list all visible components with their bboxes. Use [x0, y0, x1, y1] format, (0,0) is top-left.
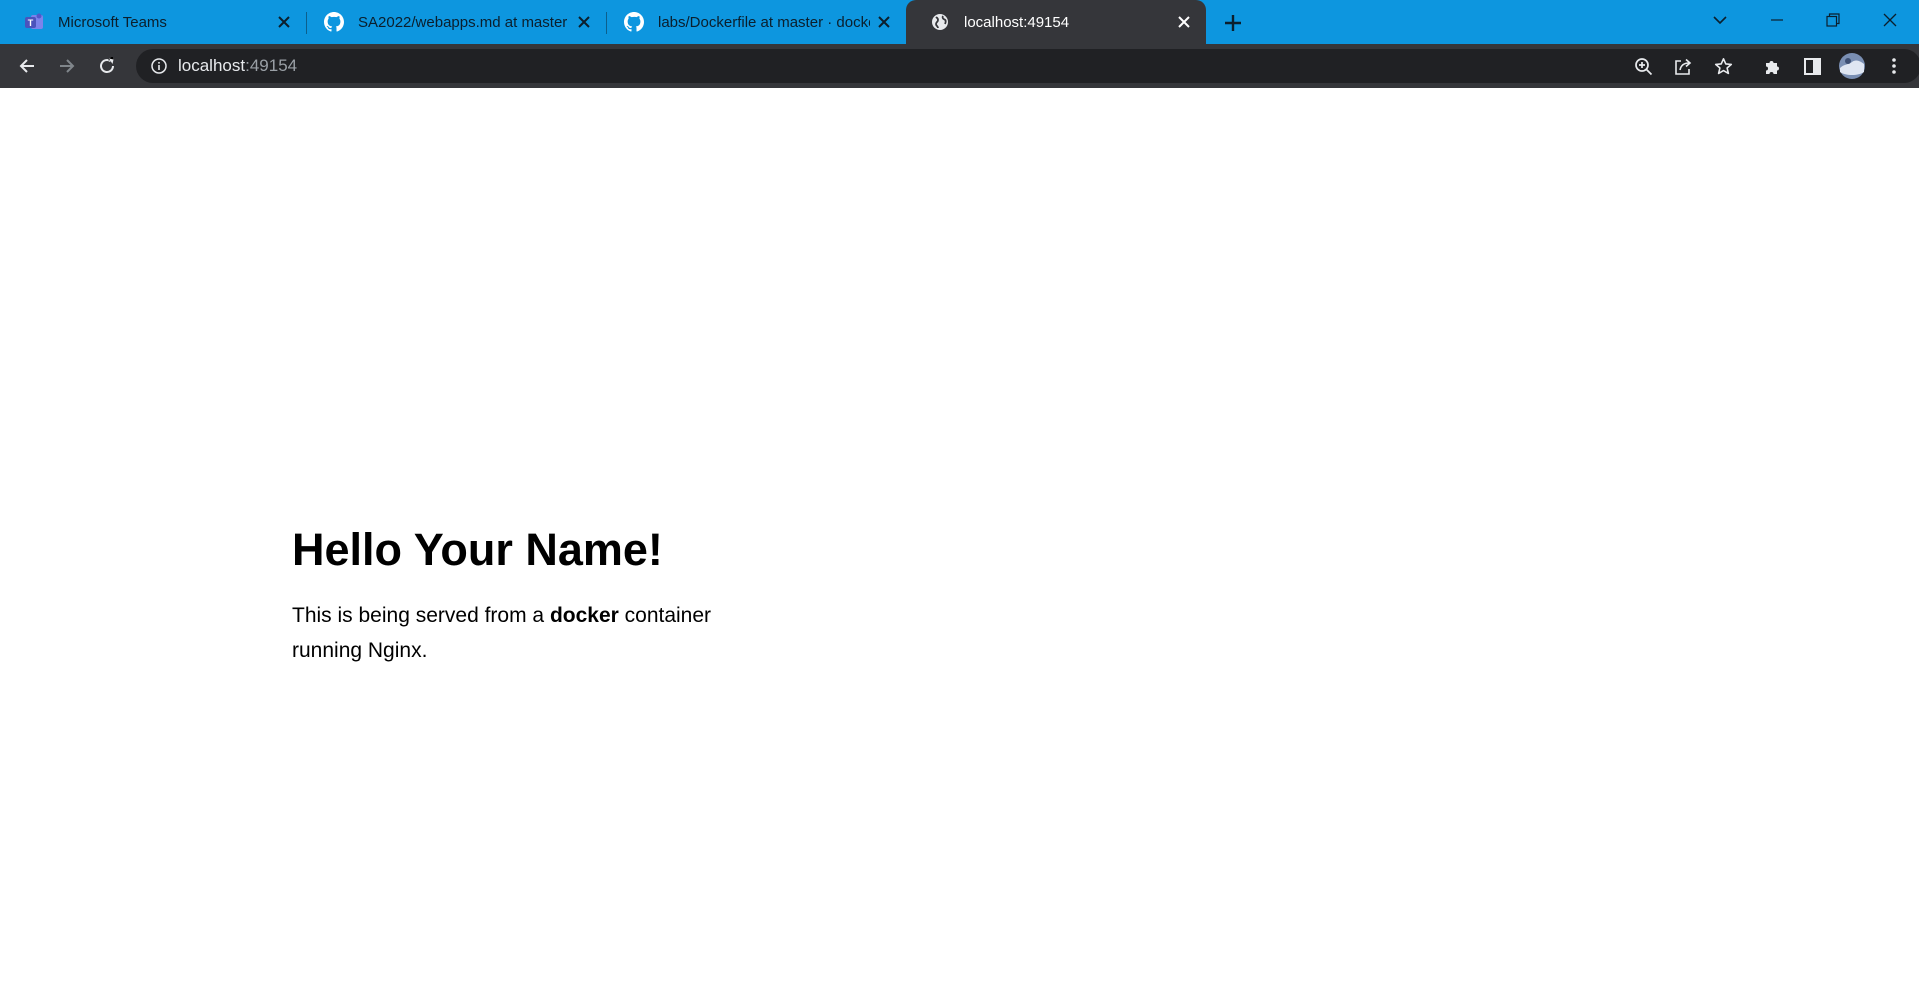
browser-toolbar: localhost:49154: [0, 44, 1919, 88]
tab-title: Microsoft Teams: [58, 13, 167, 31]
tab-labs-dockerfile[interactable]: labs/Dockerfile at master · docke: [606, 0, 906, 44]
github-icon: [624, 12, 644, 32]
forward-button[interactable]: [51, 50, 83, 82]
info-icon[interactable]: [150, 57, 168, 75]
avatar: [1839, 53, 1865, 79]
globe-icon: [930, 12, 950, 32]
plus-icon: [1225, 15, 1241, 31]
close-icon: [1883, 13, 1897, 27]
side-panel-icon: [1803, 57, 1821, 75]
url-text[interactable]: localhost:49154: [178, 49, 297, 83]
reload-button[interactable]: [91, 50, 123, 82]
tab-microsoft-teams[interactable]: T Microsoft Teams: [0, 0, 306, 44]
arrow-right-icon: [60, 59, 75, 73]
share-button[interactable]: [1667, 50, 1699, 82]
tab-title: localhost:49154: [964, 13, 1070, 31]
close-icon[interactable]: [1170, 8, 1198, 36]
teams-icon: T: [24, 12, 44, 32]
tab-strip: T Microsoft Teams SA2022/webapps.md at m…: [0, 0, 1919, 44]
minimize-button[interactable]: [1749, 0, 1805, 40]
close-icon[interactable]: [270, 8, 298, 36]
share-icon: [1674, 58, 1691, 75]
back-button[interactable]: [11, 50, 43, 82]
restore-button[interactable]: [1805, 0, 1861, 40]
chevron-down-icon: [1713, 16, 1727, 25]
tab-title: labs/Dockerfile at master · docke: [658, 13, 870, 31]
tab-title: SA2022/webapps.md at master ·: [358, 13, 570, 31]
menu-button[interactable]: [1878, 50, 1910, 82]
tab-sa2022-webapps[interactable]: SA2022/webapps.md at master ·: [306, 0, 606, 44]
side-panel-button[interactable]: [1796, 50, 1828, 82]
close-window-button[interactable]: [1862, 0, 1918, 40]
page-heading: Hello Your Name!: [292, 524, 663, 575]
zoom-in-icon: [1634, 57, 1652, 75]
zoom-button[interactable]: [1627, 50, 1659, 82]
extensions-button[interactable]: [1756, 50, 1788, 82]
close-icon[interactable]: [570, 8, 598, 36]
close-icon[interactable]: [870, 8, 898, 36]
tab-localhost[interactable]: localhost:49154: [906, 0, 1206, 44]
profile-button[interactable]: [1836, 50, 1868, 82]
star-icon: [1714, 57, 1732, 74]
url-host: localhost: [178, 56, 246, 75]
kebab-menu-icon: [1892, 58, 1896, 74]
url-port: :49154: [245, 56, 298, 75]
arrow-left-icon: [19, 59, 34, 73]
puzzle-icon: [1765, 60, 1779, 74]
paragraph-prefix: This is being served from a: [292, 604, 550, 627]
page-content: Hello Your Name! This is being served fr…: [292, 520, 712, 668]
paragraph-strong: docker: [549, 604, 619, 627]
github-icon: [324, 12, 344, 32]
restore-icon: [1826, 13, 1840, 27]
svg-text:T: T: [28, 18, 34, 28]
new-tab-button[interactable]: [1216, 6, 1250, 40]
tab-search-button[interactable]: [1692, 0, 1748, 40]
bookmark-button[interactable]: [1707, 50, 1739, 82]
page-paragraph: This is being served from a docker conta…: [292, 598, 712, 668]
reload-icon: [100, 57, 114, 73]
minimize-icon: [1771, 19, 1783, 21]
